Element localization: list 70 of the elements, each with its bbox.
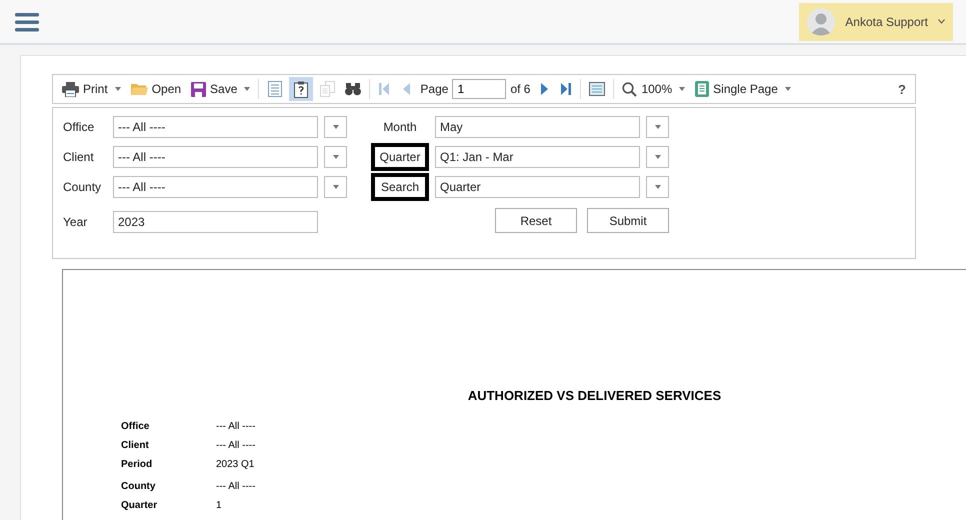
select-field[interactable]: Quarter [435, 176, 640, 198]
caret-icon [244, 87, 250, 91]
parameter-label: Client [121, 440, 150, 451]
first-page-icon [379, 83, 390, 95]
printer-icon [62, 82, 79, 96]
page-count: of 6 [510, 82, 530, 96]
parameter-label: Office [121, 421, 150, 432]
select-field[interactable]: --- All ---- [113, 146, 318, 168]
field-label: County [63, 180, 102, 194]
open-button[interactable]: Open [126, 77, 186, 101]
caret-icon [332, 125, 338, 129]
binoculars-icon [345, 82, 362, 96]
select-field[interactable]: --- All ---- [113, 116, 318, 138]
submit-button[interactable]: Submit [587, 208, 669, 233]
field-label: Search [371, 173, 429, 201]
caret-icon [332, 185, 338, 189]
parameters-button[interactable] [289, 77, 314, 101]
select-field[interactable]: Q1: Jan - Mar [435, 146, 640, 168]
field-label: Client [63, 150, 95, 164]
avatar-icon [807, 8, 836, 36]
caret-icon [654, 155, 660, 159]
field-label: Month [382, 119, 418, 136]
parameter-value: 1 [216, 500, 222, 511]
copy-icon [320, 81, 335, 97]
field-label: Office [63, 120, 96, 134]
parameter-label: Period [121, 459, 154, 470]
dropdown-button[interactable] [324, 176, 347, 198]
previous-page-icon [402, 83, 410, 95]
caret-icon [654, 185, 660, 189]
next-page-icon [540, 83, 548, 95]
field-label: Year [63, 215, 88, 229]
reset-button[interactable]: Reset [495, 208, 577, 233]
select-field[interactable]: --- All ---- [113, 176, 318, 198]
folder-icon [130, 82, 148, 96]
view-mode-menu[interactable]: Single Page [691, 77, 795, 101]
user-menu[interactable]: Ankota Support [799, 2, 953, 40]
page-label: Page [420, 82, 448, 96]
help-button[interactable]: ? [894, 77, 910, 101]
print-button[interactable]: Print [58, 77, 125, 101]
parameter-value: --- All ---- [216, 440, 256, 451]
caret-icon [784, 87, 791, 91]
caret-icon [679, 87, 686, 91]
dropdown-button[interactable] [646, 116, 669, 138]
caret-icon [114, 87, 121, 91]
field-label: Quarter [371, 143, 429, 171]
parameter-value: 2023 Q1 [216, 459, 254, 470]
list-icon [268, 81, 282, 97]
zoom-menu[interactable]: 100% [618, 77, 690, 101]
report-title: AUTHORIZED VS DELIVERED SERVICES [466, 388, 722, 403]
parameter-value: --- All ---- [216, 481, 256, 492]
clipboard-question-icon [294, 80, 308, 98]
page-number-field[interactable]: 1 [452, 79, 506, 99]
document-icon [589, 82, 606, 96]
dropdown-button[interactable] [646, 146, 669, 168]
caret-icon [654, 125, 660, 129]
parameter-label: Quarter [121, 500, 158, 511]
magnifier-icon [622, 82, 638, 96]
page-icon [695, 81, 710, 97]
save-button[interactable]: Save [187, 77, 254, 101]
text-field[interactable]: 2023 [113, 211, 318, 233]
select-field[interactable]: May [435, 116, 640, 138]
dropdown-button[interactable] [324, 146, 347, 168]
caret-icon [938, 19, 945, 24]
parameter-label: County [121, 481, 156, 492]
parameter-value: --- All ---- [216, 421, 256, 432]
last-page-icon [561, 83, 572, 95]
dropdown-button[interactable] [646, 176, 669, 198]
menu-icon[interactable] [15, 12, 39, 32]
caret-icon [332, 155, 338, 159]
dropdown-button[interactable] [324, 116, 347, 138]
